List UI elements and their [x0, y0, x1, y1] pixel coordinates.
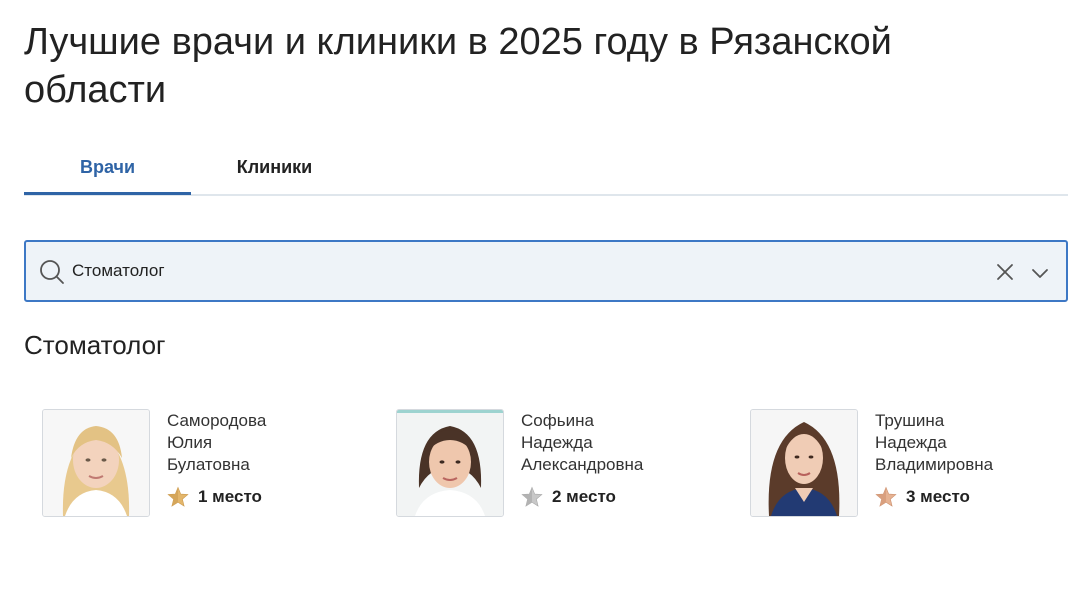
- gold-star-icon: [167, 486, 189, 507]
- rank-label: 3 место: [906, 487, 970, 506]
- rank-badge: 3 место: [875, 485, 970, 509]
- doctor-first-name: Юлия: [167, 433, 213, 452]
- rank-badge: 2 место: [521, 485, 616, 509]
- tab-doctors[interactable]: Врачи: [24, 140, 191, 195]
- search-icon: [40, 260, 64, 284]
- doctor-name[interactable]: Трушина Надежда Владимировна: [875, 410, 1075, 476]
- doctor-photo[interactable]: [42, 409, 150, 517]
- rank-badge: 1 место: [167, 485, 262, 509]
- rank-label: 2 место: [552, 487, 616, 506]
- doctor-last-name: Самородова: [167, 411, 267, 430]
- doctor-card[interactable]: Софьина Надежда Александровна 2 место: [396, 409, 716, 519]
- specialty-search[interactable]: [24, 240, 1068, 302]
- tab-clinics[interactable]: Клиники: [191, 140, 358, 196]
- doctor-first-name: Надежда: [875, 433, 947, 452]
- bronze-star-icon: [875, 486, 897, 507]
- doctor-patronymic: Булатовна: [167, 455, 250, 474]
- doctor-photo[interactable]: [396, 409, 504, 517]
- doctor-last-name: Софьина: [521, 411, 594, 430]
- tabs: Врачи Клиники: [24, 140, 1068, 196]
- doctor-portrait-image: [751, 410, 857, 516]
- close-icon[interactable]: [994, 261, 1016, 283]
- doctor-portrait-image: [397, 410, 503, 516]
- doctor-portrait-image: [43, 410, 149, 516]
- doctor-first-name: Надежда: [521, 433, 593, 452]
- doctor-card[interactable]: Самородова Юлия Булатовна 1 место: [42, 409, 362, 519]
- page-title: Лучшие врачи и клиники в 2025 году в Ряз…: [24, 21, 892, 111]
- search-input[interactable]: [72, 254, 972, 288]
- doctor-patronymic: Владимировна: [875, 455, 994, 474]
- doctor-card[interactable]: Трушина Надежда Владимировна 3 место: [750, 409, 1070, 519]
- doctor-last-name: Трушина: [875, 411, 945, 430]
- section-title: Стоматолог: [24, 330, 166, 360]
- doctor-list: Самородова Юлия Булатовна 1 место Софьин…: [42, 409, 1042, 519]
- doctor-patronymic: Александровна: [521, 455, 644, 474]
- rank-label: 1 место: [198, 487, 262, 506]
- silver-star-icon: [521, 486, 543, 507]
- doctor-photo[interactable]: [750, 409, 858, 517]
- doctor-name[interactable]: Самородова Юлия Булатовна: [167, 410, 367, 476]
- doctor-name[interactable]: Софьина Надежда Александровна: [521, 410, 721, 476]
- chevron-down-icon[interactable]: [1030, 263, 1050, 283]
